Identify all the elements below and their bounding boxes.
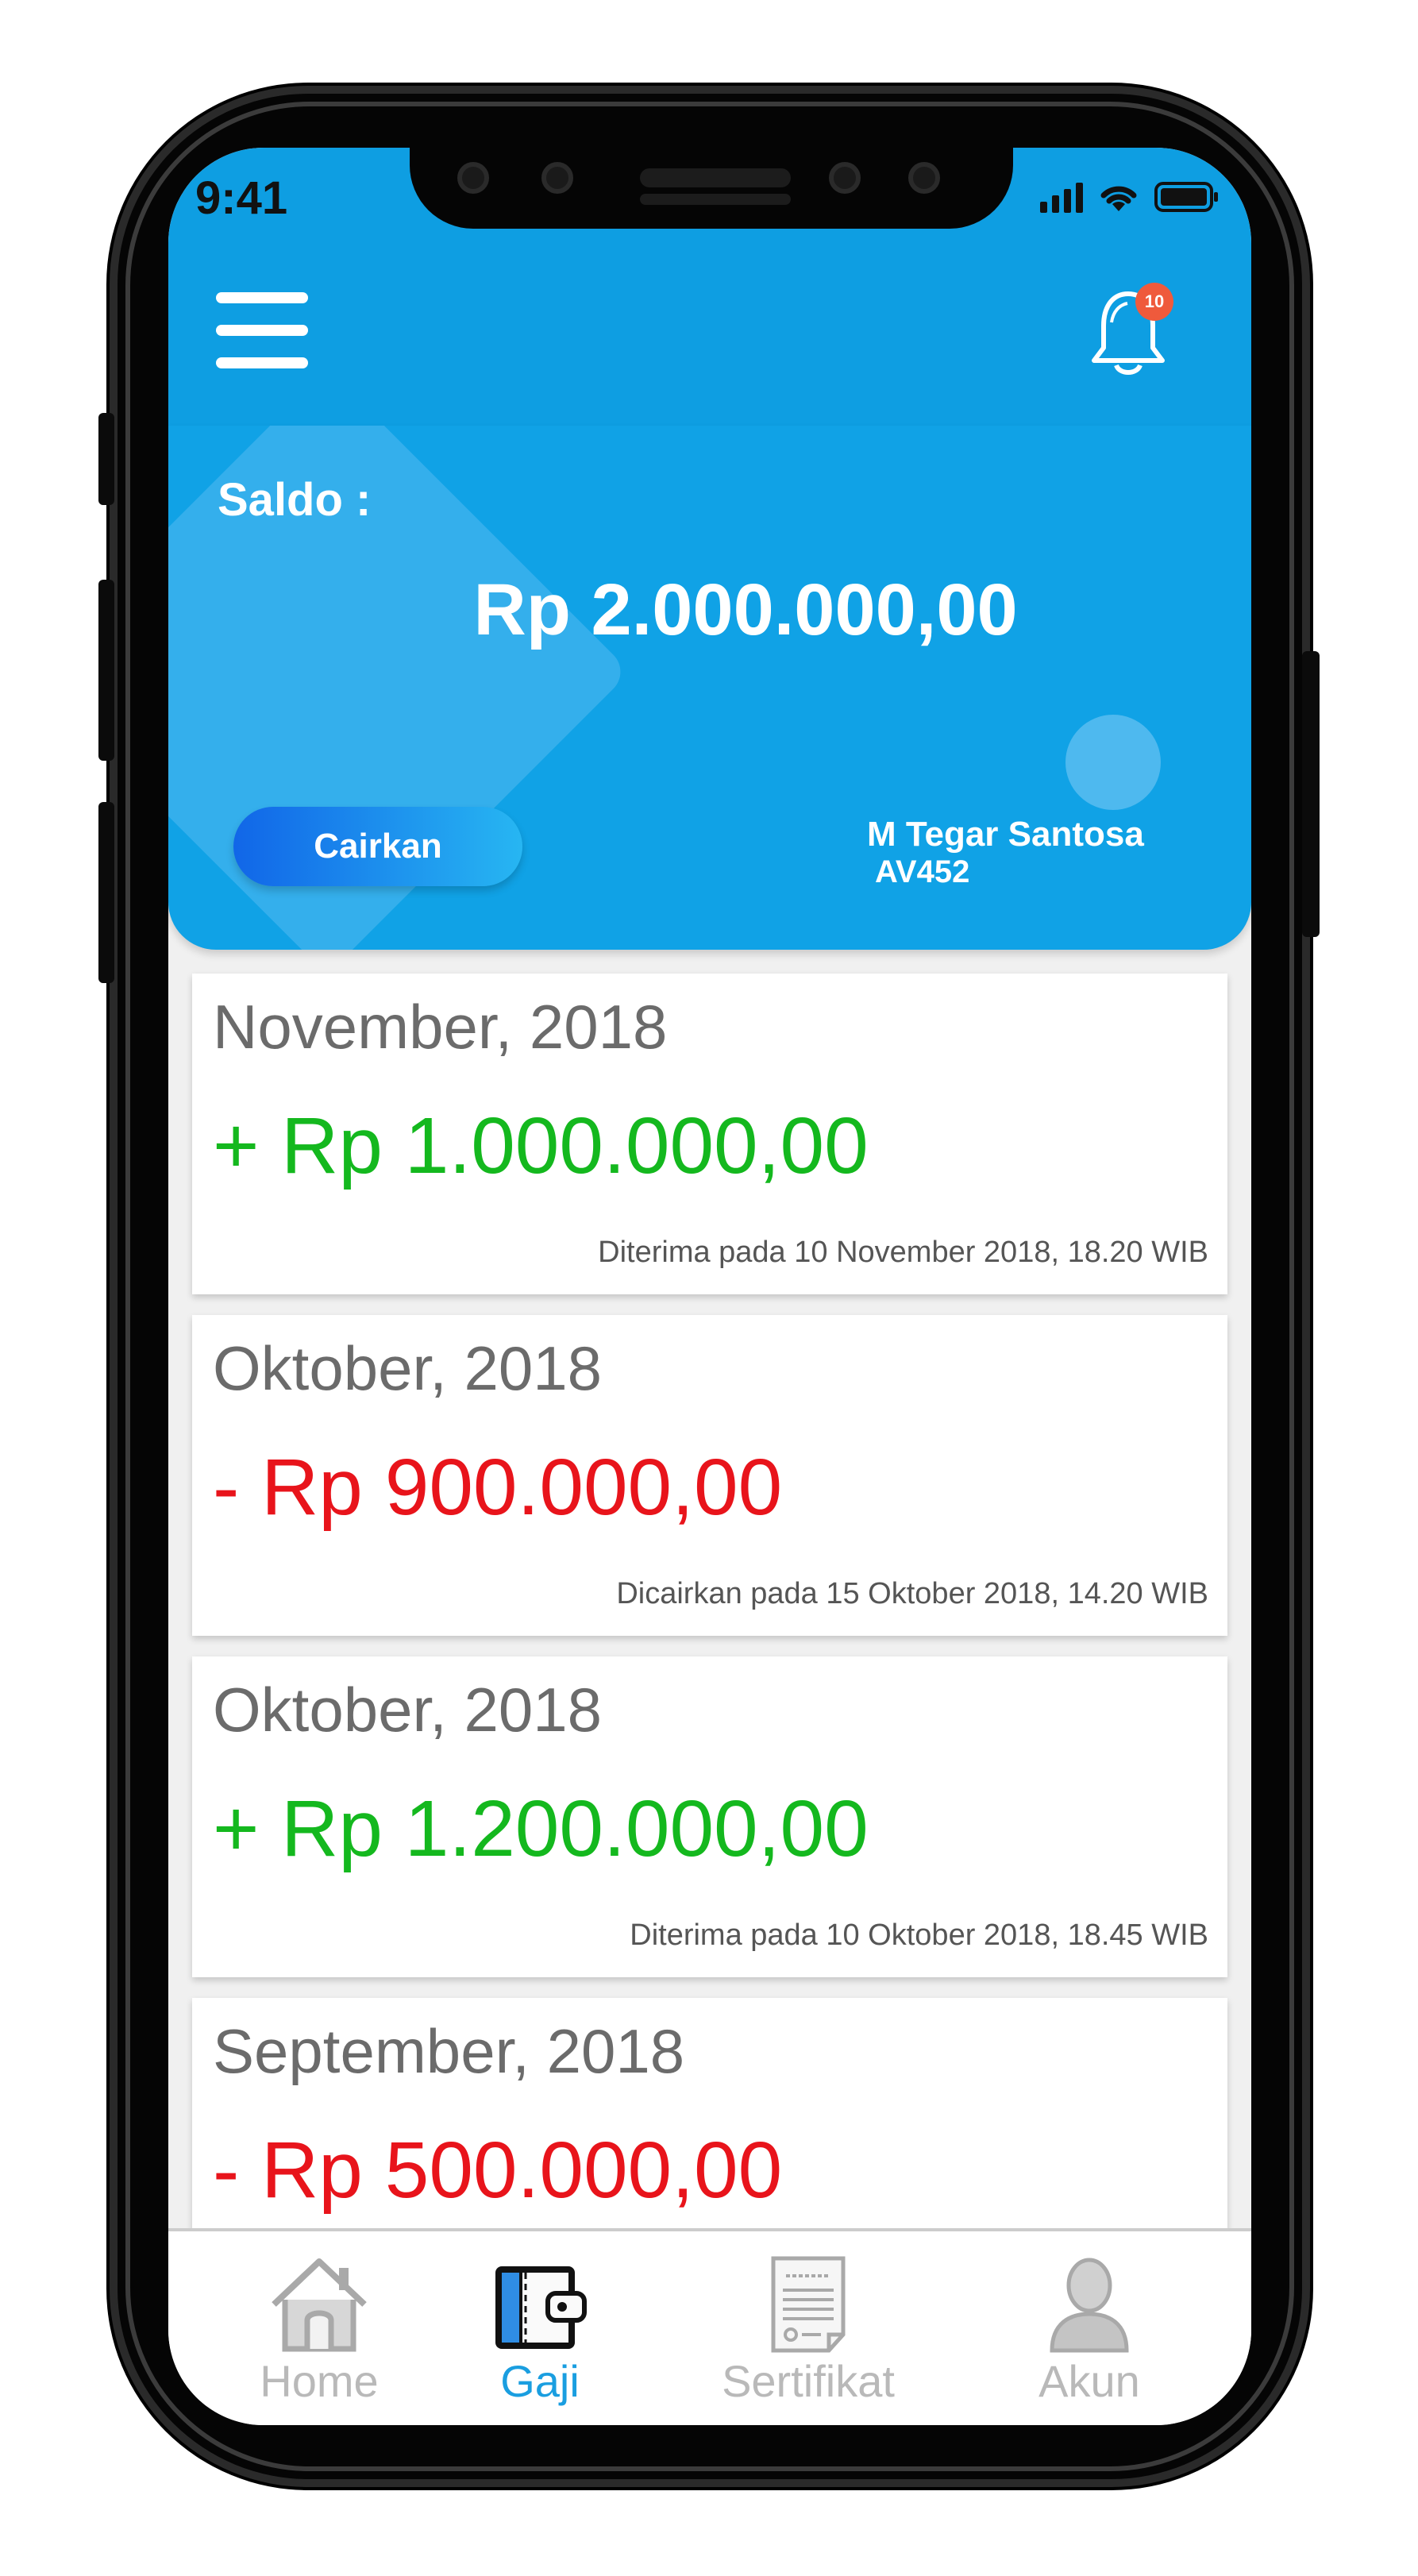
transaction-card[interactable]: November, 2018 + Rp 1.000.000,00 Diterim… bbox=[192, 974, 1227, 1294]
user-icon bbox=[1046, 2250, 1133, 2354]
certificate-icon bbox=[769, 2250, 848, 2354]
nav-label-gaji: Gaji bbox=[500, 2356, 580, 2406]
transaction-amount: - Rp 900.000,00 bbox=[213, 1443, 783, 1532]
transaction-amount: + Rp 1.000.000,00 bbox=[213, 1101, 869, 1190]
nav-item-sertifikat[interactable]: Sertifikat bbox=[705, 2250, 911, 2417]
speaker-grille bbox=[640, 194, 791, 205]
transaction-card[interactable]: Oktober, 2018 - Rp 900.000,00 Dicairkan … bbox=[192, 1315, 1227, 1636]
notification-badge: 10 bbox=[1135, 283, 1173, 321]
transaction-month: November, 2018 bbox=[213, 992, 668, 1062]
transaction-amount: + Rp 1.200.000,00 bbox=[213, 1784, 869, 1873]
app-header: 10 bbox=[168, 243, 1251, 426]
sensor-dot bbox=[829, 162, 861, 194]
nav-label-akun: Akun bbox=[1038, 2356, 1140, 2406]
nav-item-akun[interactable]: Akun bbox=[986, 2250, 1193, 2417]
transaction-month: September, 2018 bbox=[213, 2016, 685, 2086]
signal-icon bbox=[1040, 181, 1083, 213]
wifi-icon bbox=[1097, 179, 1140, 213]
balance-amount: Rp 2.000.000,00 bbox=[473, 569, 1018, 650]
nav-label-home: Home bbox=[260, 2356, 379, 2406]
card-decoration-circle bbox=[1065, 715, 1161, 810]
wallet-icon bbox=[492, 2250, 588, 2354]
transaction-list: November, 2018 + Rp 1.000.000,00 Diterim… bbox=[192, 974, 1227, 2339]
nav-item-home[interactable]: Home bbox=[216, 2250, 422, 2417]
speaker-grille bbox=[640, 168, 791, 187]
bottom-navigation: Home Gaji Sertifikat Akun bbox=[168, 2228, 1251, 2425]
hamburger-menu-icon[interactable] bbox=[216, 292, 308, 368]
transaction-card[interactable]: Oktober, 2018 + Rp 1.200.000,00 Diterima… bbox=[192, 1656, 1227, 1977]
transaction-note: Dicairkan pada 15 Oktober 2018, 14.20 WI… bbox=[616, 1577, 1208, 1610]
transaction-note: Diterima pada 10 Oktober 2018, 18.45 WIB bbox=[630, 1919, 1208, 1952]
status-icons bbox=[1040, 179, 1220, 213]
home-icon bbox=[268, 2250, 371, 2354]
transaction-note: Diterima pada 10 November 2018, 18.20 WI… bbox=[598, 1236, 1208, 1269]
battery-icon bbox=[1154, 181, 1220, 213]
balance-card: Saldo : Rp 2.000.000,00 Cairkan M Tegar … bbox=[168, 426, 1251, 950]
front-camera-dot bbox=[908, 162, 940, 194]
transaction-month: Oktober, 2018 bbox=[213, 1675, 603, 1745]
cairkan-button[interactable]: Cairkan bbox=[233, 807, 522, 886]
nav-item-gaji[interactable]: Gaji bbox=[437, 2250, 643, 2417]
volume-up-button bbox=[98, 580, 114, 761]
mute-switch bbox=[98, 413, 114, 505]
app-screen: 9:41 10 Saldo: Rp 2.000.000,00 Cairkan … bbox=[168, 148, 1251, 2425]
transaction-month: Oktober, 2018 bbox=[213, 1333, 603, 1403]
balance-label: Saldo : bbox=[218, 474, 372, 526]
notification-button[interactable]: 10 bbox=[1085, 283, 1173, 378]
camera-dot bbox=[541, 162, 573, 194]
transaction-amount: - Rp 500.000,00 bbox=[213, 2126, 783, 2215]
status-time: 9:41 bbox=[195, 172, 288, 224]
sensor-dot bbox=[457, 162, 489, 194]
camera-notch bbox=[410, 148, 1013, 229]
nav-label-sertifikat: Sertifikat bbox=[722, 2356, 895, 2406]
user-name: M Tegar Santosa bbox=[867, 815, 1144, 854]
volume-down-button bbox=[98, 802, 114, 983]
user-id: AV452 bbox=[875, 854, 970, 889]
power-button bbox=[1302, 651, 1320, 937]
